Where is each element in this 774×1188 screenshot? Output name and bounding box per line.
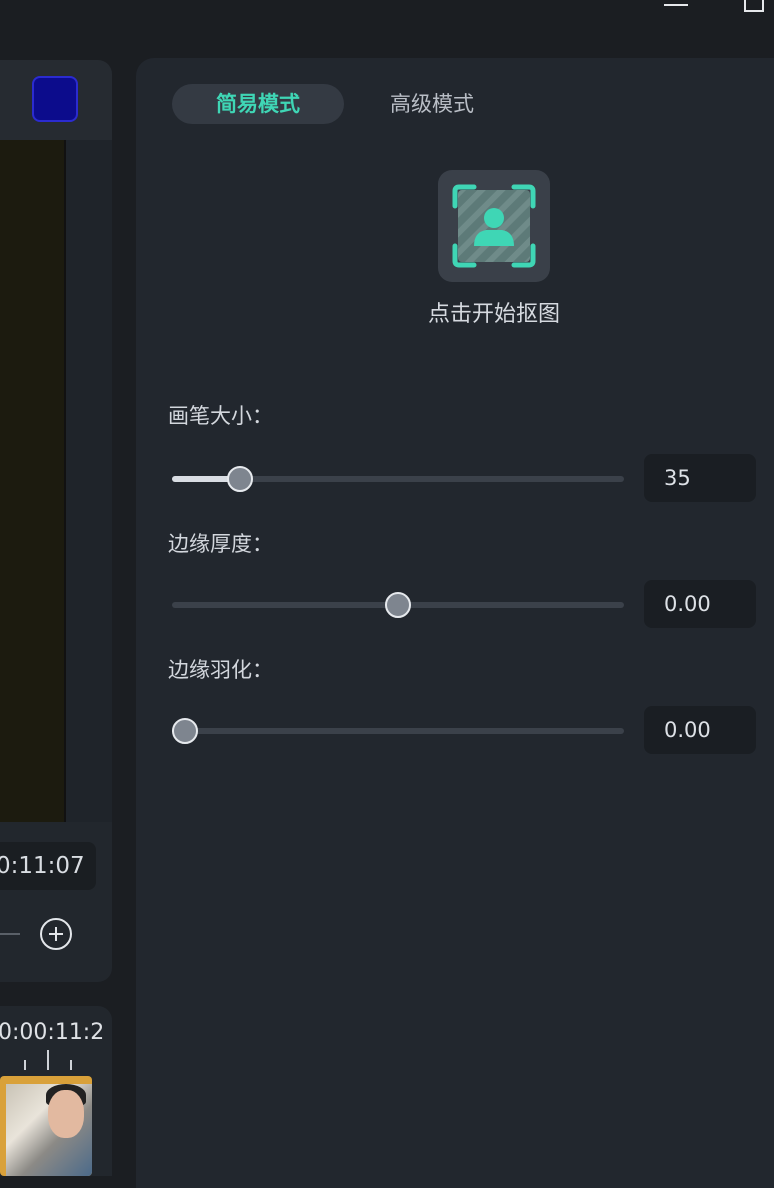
brush-size-input[interactable]: 35: [644, 454, 756, 502]
person-frame-icon: [452, 184, 536, 268]
edge-feather-input[interactable]: 0.00: [644, 706, 756, 754]
preview-toolbar: [0, 60, 112, 140]
edge-feather-slider[interactable]: [172, 718, 624, 744]
slider-thumb[interactable]: [172, 718, 198, 744]
timeline-tick: [24, 1060, 26, 1070]
video-clip-thumbnail[interactable]: [0, 1076, 92, 1176]
maximize-icon[interactable]: [744, 0, 764, 12]
cutout-settings-panel: 简易模式 高级模式 点击开始抠图 画笔大小： 35 边缘厚度： 0.00 边缘羽…: [136, 58, 774, 1188]
plus-circle-icon[interactable]: [40, 918, 72, 950]
video-preview: [0, 140, 66, 822]
timeline-timecode: 0:00:11:2: [0, 1020, 105, 1045]
edge-thickness-input[interactable]: 0.00: [644, 580, 756, 628]
edge-thickness-label: 边缘厚度：: [168, 532, 273, 556]
start-cutout-label: 点击开始抠图: [427, 302, 560, 327]
brush-size-slider[interactable]: [172, 466, 624, 492]
clip-person-image: [48, 1090, 84, 1138]
title-bar: [0, 0, 774, 44]
playback-controls: 0:11:07: [0, 822, 112, 982]
slider-thumb[interactable]: [385, 592, 411, 618]
start-cutout-button[interactable]: [438, 170, 550, 282]
background-color-swatch[interactable]: [32, 76, 78, 122]
timeline: 0:00:11:2: [0, 1006, 112, 1176]
edge-feather-label: 边缘羽化：: [168, 658, 273, 682]
timecode-display: 0:11:07: [0, 842, 96, 890]
tab-advanced-mode[interactable]: 高级模式: [362, 84, 502, 124]
minimize-icon[interactable]: [664, 4, 688, 6]
tab-simple-mode[interactable]: 简易模式: [172, 84, 344, 124]
timeline-tick: [47, 1050, 49, 1070]
timeline-tick: [70, 1060, 72, 1070]
slider-thumb[interactable]: [227, 466, 254, 492]
zoom-slider-track[interactable]: [0, 933, 20, 935]
slider-fill: [172, 602, 398, 608]
edge-thickness-slider[interactable]: [172, 592, 624, 618]
preview-side-area: [66, 140, 112, 822]
brush-size-label: 画笔大小：: [168, 404, 273, 428]
